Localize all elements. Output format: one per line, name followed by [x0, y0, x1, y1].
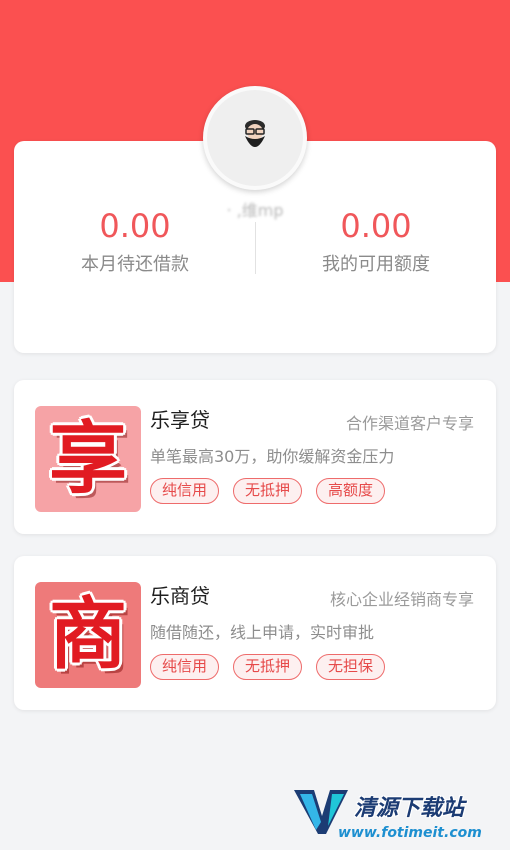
product-description: 随借随还，线上申请，实时审批: [150, 623, 375, 642]
badge-no-collateral: 无抵押: [233, 654, 303, 680]
badge-credit: 纯信用: [150, 654, 220, 680]
monthly-due-label: 本月待还借款: [81, 254, 189, 275]
badge-no-collateral: 无抵押: [233, 478, 303, 504]
product-name: 乐商贷: [150, 584, 210, 608]
product-badges: 纯信用 无抵押 无担保: [150, 654, 386, 680]
badge-credit: 纯信用: [150, 478, 220, 504]
available-limit-label: 我的可用额度: [322, 254, 430, 275]
badge-no-guarantee: 无担保: [316, 654, 386, 680]
product-card-lexiangdai[interactable]: 享 乐享贷 合作渠道客户专享 单笔最高30万，助你缓解资金压力 纯信用 无抵押 …: [14, 380, 496, 534]
product-name: 乐享贷: [150, 408, 210, 432]
watermark: 清源下载站 www.fotimeit.com: [292, 780, 492, 846]
product-logo-glyph: 商: [48, 589, 127, 680]
watermark-title: 清源下载站: [354, 796, 465, 821]
watermark-url: www.fotimeit.com: [338, 825, 482, 841]
product-tag: 合作渠道客户专享: [345, 414, 474, 433]
monthly-due-stat[interactable]: 0.00 本月待还借款: [35, 206, 235, 276]
badge-high-limit: 高额度: [316, 478, 386, 504]
product-tag: 核心企业经销商专享: [329, 590, 474, 609]
product-card-leshangdai[interactable]: 商 乐商贷 核心企业经销商专享 随借随还，线上申请，实时审批 纯信用 无抵押 无…: [14, 556, 496, 710]
product-logo: 商: [35, 582, 141, 688]
product-description: 单笔最高30万，助你缓解资金压力: [150, 447, 395, 466]
product-logo: 享: [35, 406, 141, 512]
product-logo-glyph: 享: [48, 413, 127, 504]
product-badges: 纯信用 无抵押 高额度: [150, 478, 386, 504]
available-limit-stat[interactable]: 0.00 我的可用额度: [276, 206, 476, 276]
available-limit-value: 0.00: [340, 207, 412, 245]
monthly-due-value: 0.00: [99, 207, 171, 245]
stat-divider: [255, 222, 256, 274]
user-avatar-icon: [245, 120, 265, 147]
avatar[interactable]: [203, 86, 307, 190]
